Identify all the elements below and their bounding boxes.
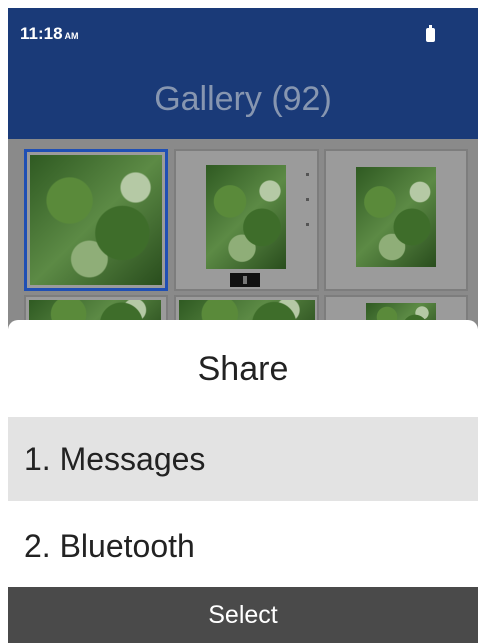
softkey-bar: Select [8,587,478,643]
photo-image [356,167,436,267]
share-option-bluetooth[interactable]: 2. Bluetooth [8,504,478,588]
share-dialog: Share 1. Messages 2. Bluetooth Select [8,320,478,643]
clock-time: 11:18 [20,24,63,43]
gallery-thumbnail[interactable] [174,149,319,291]
page-title: Gallery (92) [154,80,332,118]
share-option-messages[interactable]: 1. Messages [8,417,478,501]
battery-icon [426,25,435,42]
gallery-thumbnail[interactable] [324,149,468,291]
gallery-grid [8,139,478,343]
status-bar: 11:18 AM [8,8,478,56]
status-clock: 11:18 AM [20,24,79,44]
gallery-thumbnail[interactable] [24,149,168,291]
phone-screen: 11:18AM Gallery (92) Share 1. Messages [8,8,478,643]
select-softkey[interactable]: Select [208,601,277,629]
photo-image [30,155,162,285]
video-icon [230,273,260,287]
app-header: 11:18 AM Gallery (92) [8,8,478,139]
photo-image [206,165,286,269]
clock-ampm: AM [64,31,79,41]
dialog-title: Share [197,350,289,388]
scroll-indicator [306,173,310,248]
